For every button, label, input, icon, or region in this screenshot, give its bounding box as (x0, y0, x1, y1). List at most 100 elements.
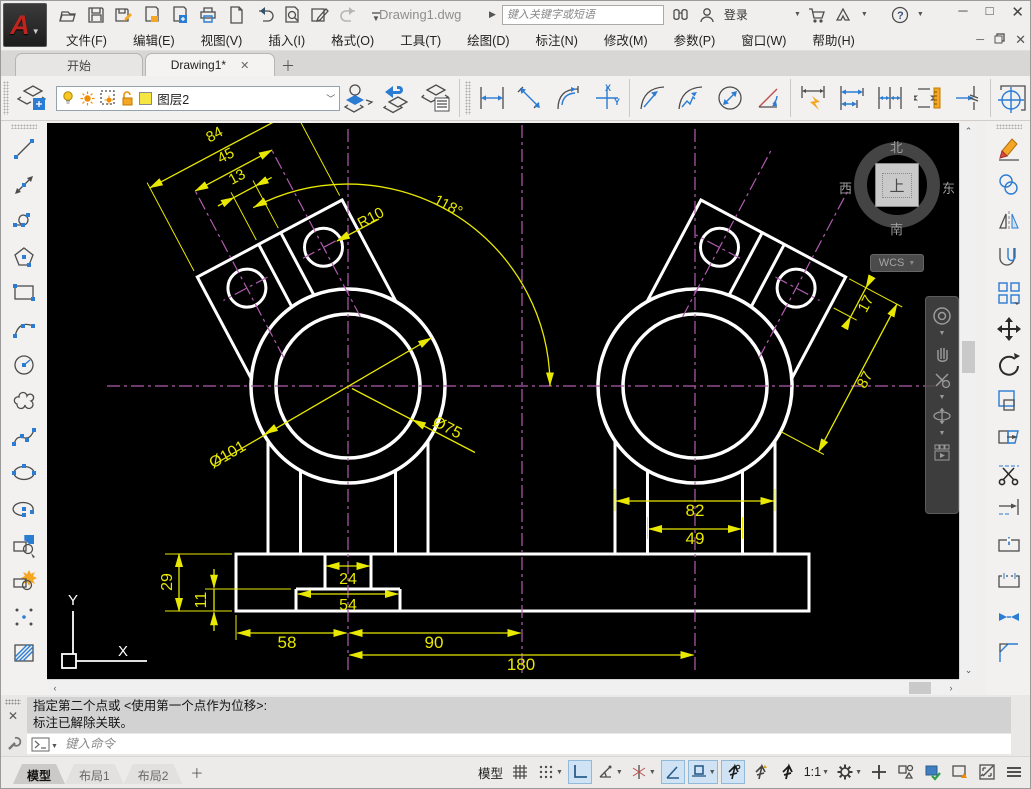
command-prompt-icon[interactable]: ▼ (31, 737, 57, 752)
help-chevron-icon[interactable]: ▼ (917, 11, 924, 18)
dim-center-mark-icon[interactable] (994, 78, 1031, 118)
scroll-down-icon[interactable]: ⌄ (960, 662, 977, 679)
menu-help[interactable]: 帮助(H) (799, 28, 867, 51)
tab-layout1[interactable]: 布局1 (65, 764, 124, 784)
dim-space-icon[interactable] (910, 78, 948, 118)
save-icon[interactable] (85, 4, 106, 25)
user-icon[interactable] (697, 4, 718, 25)
model-space-toggle[interactable]: 模型 (476, 760, 505, 784)
wcs-button[interactable]: WCS▼ (870, 254, 924, 272)
search-expand-icon[interactable]: ▶ (489, 9, 496, 20)
tool-circle[interactable] (5, 347, 43, 383)
customization-menu-icon[interactable] (1002, 760, 1026, 784)
tab-layout2[interactable]: 布局2 (124, 764, 183, 784)
dim-linear-icon[interactable] (473, 78, 511, 118)
tool-hatch[interactable] (5, 635, 43, 671)
tool-mirror[interactable] (990, 203, 1028, 239)
menu-dimension[interactable]: 标注(N) (523, 28, 591, 51)
nav-pan-icon[interactable] (929, 339, 955, 365)
layer-properties-icon[interactable] (417, 78, 455, 118)
command-grip[interactable] (5, 699, 21, 705)
menu-edit[interactable]: 编辑(E) (120, 28, 188, 51)
signin-label[interactable]: 登录 (724, 6, 748, 23)
tool-point[interactable] (5, 599, 43, 635)
new-drawing-icon[interactable] (225, 4, 246, 25)
tool-ellipse[interactable] (5, 455, 43, 491)
ortho-icon[interactable] (568, 760, 592, 784)
dim-jogged-icon[interactable] (672, 78, 710, 118)
menu-draw[interactable]: 绘图(D) (454, 28, 522, 51)
hardware-accel-icon[interactable] (921, 760, 945, 784)
help-icon[interactable]: ? (890, 4, 911, 25)
nav-zoom-icon[interactable] (929, 367, 955, 393)
tool-move[interactable] (990, 311, 1028, 347)
open-icon[interactable] (57, 4, 78, 25)
tool-extend[interactable] (990, 491, 1028, 527)
otrack-icon[interactable] (661, 760, 685, 784)
workspace-gear-icon[interactable]: ▼ (834, 760, 864, 784)
vertical-scrollbar[interactable]: ⌃ ⌄ (959, 123, 976, 679)
toolbar-grip[interactable] (11, 124, 37, 129)
minimize-button[interactable]: ─ (958, 3, 967, 21)
publish-icon[interactable] (169, 4, 190, 25)
dim-diameter-icon[interactable] (710, 78, 748, 118)
horizontal-scroll-thumb[interactable] (909, 682, 931, 694)
tool-spline[interactable] (5, 419, 43, 455)
application-menu-button[interactable]: A▼ (3, 3, 47, 47)
clean-screen-icon[interactable] (948, 760, 972, 784)
isolate-icon[interactable] (894, 760, 918, 784)
scale-selector[interactable]: 1:1▼ (802, 760, 831, 784)
command-input[interactable] (63, 736, 1011, 752)
plus-icon[interactable] (867, 760, 891, 784)
layer-color-swatch[interactable] (139, 92, 152, 105)
combo-chevron-icon[interactable]: ﹀ (326, 92, 335, 105)
toolbar-grip[interactable] (996, 124, 1022, 129)
iso-draft-icon[interactable]: ▼ (628, 760, 658, 784)
tool-create-block[interactable] (5, 563, 43, 599)
tool-polyline[interactable] (5, 203, 43, 239)
menu-format[interactable]: 格式(O) (318, 28, 387, 51)
tool-insert-block[interactable] (5, 527, 43, 563)
tool-array[interactable] (990, 275, 1028, 311)
dim-quick-icon[interactable] (794, 78, 832, 118)
dim-break-icon[interactable] (948, 78, 986, 118)
tool-ellipse-arc[interactable] (5, 491, 43, 527)
toolbar-grip[interactable] (465, 81, 471, 115)
tab-close-icon[interactable]: ✕ (240, 59, 249, 72)
tool-line[interactable] (5, 131, 43, 167)
tab-model[interactable]: 模型 (13, 764, 65, 784)
command-wrench-icon[interactable] (6, 735, 22, 756)
tool-arc[interactable] (5, 311, 43, 347)
print-icon[interactable] (197, 4, 218, 25)
a360-chevron-icon[interactable]: ▼ (861, 11, 868, 18)
viewcube-east[interactable]: 东 (942, 178, 955, 197)
tool-break-point[interactable] (990, 527, 1028, 563)
viewcube-top-face[interactable]: 上 (875, 163, 919, 207)
make-layer-current-icon[interactable] (340, 78, 378, 118)
save-as-icon[interactable] (113, 4, 134, 25)
annotation-visibility-icon[interactable] (721, 760, 745, 784)
dim-arc-length-icon[interactable] (549, 78, 587, 118)
a360-icon[interactable] (834, 4, 855, 25)
signin-chevron-icon[interactable]: ▼ (794, 11, 801, 18)
annotation-scale-icon[interactable] (775, 760, 799, 784)
tool-rectangle[interactable] (5, 275, 43, 311)
undo-icon[interactable]: ▼ (253, 4, 274, 25)
tab-drawing1[interactable]: Drawing1*✕ (145, 53, 275, 76)
viewcube-south[interactable]: 南 (890, 219, 903, 238)
plot-icon[interactable] (141, 4, 162, 25)
toolbar-grip[interactable] (3, 81, 9, 115)
tool-chamfer[interactable] (990, 635, 1028, 671)
snap-icon[interactable]: ▼ (535, 760, 565, 784)
tool-scale[interactable] (990, 383, 1028, 419)
doc-minimize-button[interactable]: ─ (976, 34, 984, 46)
nav-wheel-chevron-icon[interactable]: ▼ (939, 331, 946, 337)
app-store-cart-icon[interactable] (807, 4, 828, 25)
dim-radius-icon[interactable] (633, 78, 671, 118)
tool-revcloud[interactable] (5, 383, 43, 419)
maximize-button[interactable]: □ (986, 3, 994, 21)
tool-break[interactable] (990, 563, 1028, 599)
drawing-canvas[interactable]: 84 45 13 R10 118° Ø101 Ø75 29 11 24 54 5… (47, 123, 959, 679)
redo-icon[interactable]: ▼ (337, 4, 358, 25)
menu-tools[interactable]: 工具(T) (387, 28, 454, 51)
